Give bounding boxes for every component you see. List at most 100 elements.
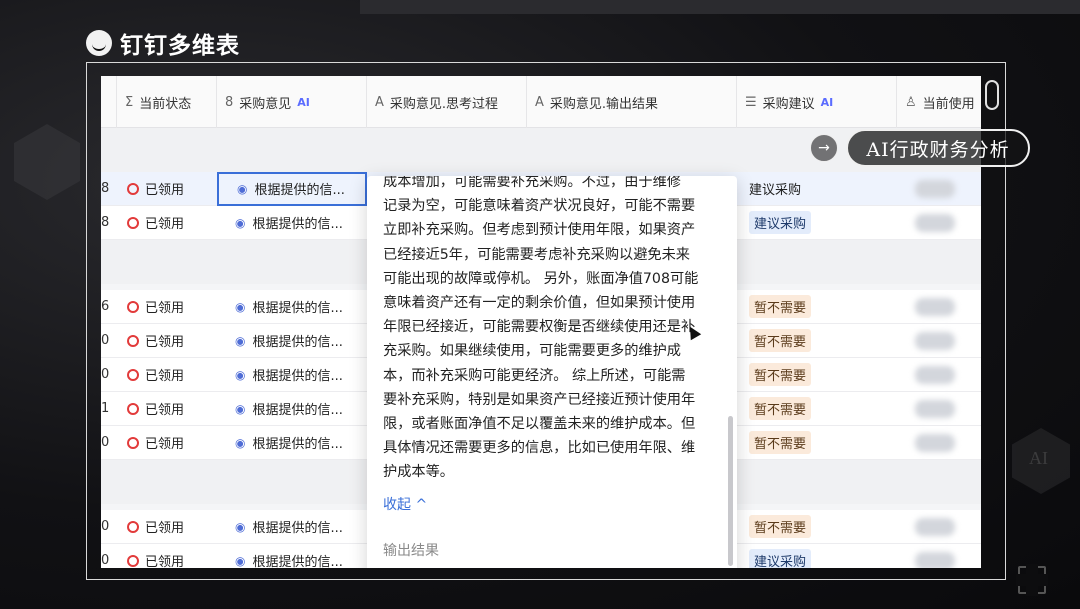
row-id: 0 (101, 333, 110, 348)
column-header-user[interactable]: ♙ 当前使用 (897, 76, 981, 128)
row-id: 0 (101, 553, 110, 568)
recommendation-tag[interactable]: 暂不需要 (749, 295, 812, 318)
status-cell[interactable]: 已领用 (117, 179, 217, 198)
user-avatar-blurred (915, 213, 955, 232)
output-section-label: 输出结果 (383, 542, 439, 559)
recommendation-tag[interactable]: 建议采购 (749, 211, 812, 234)
status-label: 已领用 (145, 521, 185, 536)
column-header-thinking[interactable]: A 采购意见.思考过程 (367, 76, 527, 128)
status-cell[interactable]: 已领用 (117, 433, 217, 452)
status-label: 已领用 (145, 335, 185, 350)
status-circle-icon (127, 216, 139, 229)
row-id: 6 (101, 299, 110, 314)
opinion-cell[interactable]: ◉ 根据提供的信... (217, 426, 367, 460)
location-pin-icon: ◉ (235, 519, 246, 534)
recommendation-tag[interactable]: 暂不需要 (749, 515, 812, 538)
opinion-cell[interactable]: ◉ 根据提供的信... (217, 171, 367, 206)
opinion-text: 根据提供的信... (254, 183, 345, 198)
ai-field-icon: 8 (225, 94, 234, 110)
text-ai-icon: A (535, 94, 544, 110)
thinking-line: 已经接近5年，可能需要考虑补充采购以避免未来 (383, 246, 690, 263)
column-header-status[interactable]: Σ 当前状态 (117, 76, 217, 128)
thinking-line: 本，而补充采购可能更经济。 综上所述，可能需 (383, 367, 686, 384)
brand-name: 钉钉多维表 (120, 33, 240, 59)
opinion-cell[interactable]: ◉ 根据提供的信... (217, 358, 367, 392)
status-circle-icon (127, 300, 139, 313)
user-avatar-blurred (915, 399, 955, 418)
column-header-id[interactable] (101, 76, 117, 128)
row-id: 0 (101, 519, 110, 534)
status-cell[interactable]: 已领用 (117, 365, 217, 384)
list-icon: ☰ (745, 94, 757, 110)
row-id: 0 (101, 367, 110, 382)
location-pin-icon: ◉ (235, 553, 246, 568)
status-label: 已领用 (145, 183, 185, 198)
thinking-line: 立即补充采购。但考虑到预计使用年限，如果资产 (383, 222, 696, 239)
text-ai-icon: A (375, 94, 384, 110)
opinion-text: 根据提供的信... (252, 217, 343, 232)
thinking-line: 记录为空，可能意味着资产状况良好，可能不需要 (383, 198, 696, 215)
recommendation-tag[interactable]: 建议采购 (749, 179, 801, 198)
user-avatar-blurred (915, 551, 955, 568)
thinking-line: 限，或者账面净值不足以覆盖未来的维护成本。但 (383, 416, 696, 433)
popover-scrollbar[interactable] (728, 416, 733, 566)
popover-content: 成本增加，可能需要补充采购。不过，由于维修记录为空，可能意味着资产状况良好，可能… (383, 176, 713, 568)
location-pin-icon: ◉ (237, 181, 248, 196)
thinking-line: 护成本等。 (383, 464, 454, 481)
sigma-icon: Σ (125, 94, 134, 110)
brand: 钉钉多维表 (86, 26, 240, 60)
status-circle-icon (127, 554, 139, 567)
column-header-recommendation[interactable]: ☰ 采购建议 AI (737, 76, 897, 128)
status-label: 已领用 (145, 437, 185, 452)
status-cell[interactable]: 已领用 (117, 213, 217, 232)
thinking-line: 要补充采购，特别是如果资产已经接近预计使用年 (383, 391, 696, 408)
thinking-process-popover[interactable]: 成本增加，可能需要补充采购。不过，由于维修记录为空，可能意味着资产状况良好，可能… (367, 176, 737, 568)
arrow-circle-icon: → (810, 134, 838, 162)
status-circle-icon (127, 520, 139, 533)
top-band (360, 0, 1080, 14)
status-cell[interactable]: 已领用 (117, 517, 217, 536)
recommendation-tag[interactable]: 暂不需要 (749, 363, 812, 386)
recommendation-tag[interactable]: 暂不需要 (749, 329, 812, 352)
opinion-text: 根据提供的信... (252, 437, 343, 452)
opinion-text: 根据提供的信... (252, 369, 343, 384)
status-label: 已领用 (145, 555, 185, 568)
thinking-line: 充采购。如果继续使用，可能需要更多的维护成 (383, 343, 681, 360)
row-id: 1 (101, 401, 110, 416)
opinion-cell[interactable]: ◉ 根据提供的信... (217, 206, 367, 240)
opinion-cell[interactable]: ◉ 根据提供的信... (217, 544, 367, 569)
ai-badge: AI (820, 95, 834, 109)
row-id: 0 (101, 435, 110, 450)
ai-badge: AI (297, 95, 310, 109)
opinion-text: 根据提供的信... (252, 521, 343, 536)
user-avatar-blurred (915, 433, 955, 452)
opinion-text: 根据提供的信... (252, 301, 343, 316)
opinion-text: 根据提供的信... (252, 555, 343, 568)
location-pin-icon: ◉ (235, 333, 246, 348)
status-cell[interactable]: 已领用 (117, 399, 217, 418)
collapse-link[interactable]: 收起 ^ (383, 493, 713, 517)
column-header-output[interactable]: A 采购意见.输出结果 (527, 76, 737, 128)
opinion-cell[interactable]: ◉ 根据提供的信... (217, 392, 367, 426)
thinking-line: 年限已经接近，可能需要权衡是否继续使用还是补 (383, 319, 696, 336)
status-cell[interactable]: 已领用 (117, 551, 217, 568)
location-pin-icon: ◉ (235, 401, 246, 416)
thinking-line: 成本增加，可能需要补充采购。不过，由于维修 (383, 176, 681, 190)
status-cell[interactable]: 已领用 (117, 331, 217, 350)
recommendation-tag[interactable]: 暂不需要 (749, 397, 812, 420)
status-label: 已领用 (145, 403, 185, 418)
status-cell[interactable]: 已领用 (117, 297, 217, 316)
status-circle-icon (127, 368, 139, 381)
user-avatar-blurred (915, 365, 955, 384)
scroll-indicator-icon (985, 80, 999, 110)
recommendation-tag[interactable]: 暂不需要 (749, 431, 812, 454)
column-header-opinion[interactable]: 8 采购意见 AI (217, 76, 367, 128)
opinion-cell[interactable]: ◉ 根据提供的信... (217, 324, 367, 358)
thinking-text: 成本增加，可能需要补充采购。不过，由于维修记录为空，可能意味着资产状况良好，可能… (383, 176, 713, 485)
recommendation-tag[interactable]: 建议采购 (749, 549, 812, 568)
opinion-text: 根据提供的信... (252, 335, 343, 350)
opinion-text: 根据提供的信... (252, 403, 343, 418)
opinion-cell[interactable]: ◉ 根据提供的信... (217, 510, 367, 544)
user-avatar-blurred (915, 297, 955, 316)
opinion-cell[interactable]: ◉ 根据提供的信... (217, 290, 367, 324)
